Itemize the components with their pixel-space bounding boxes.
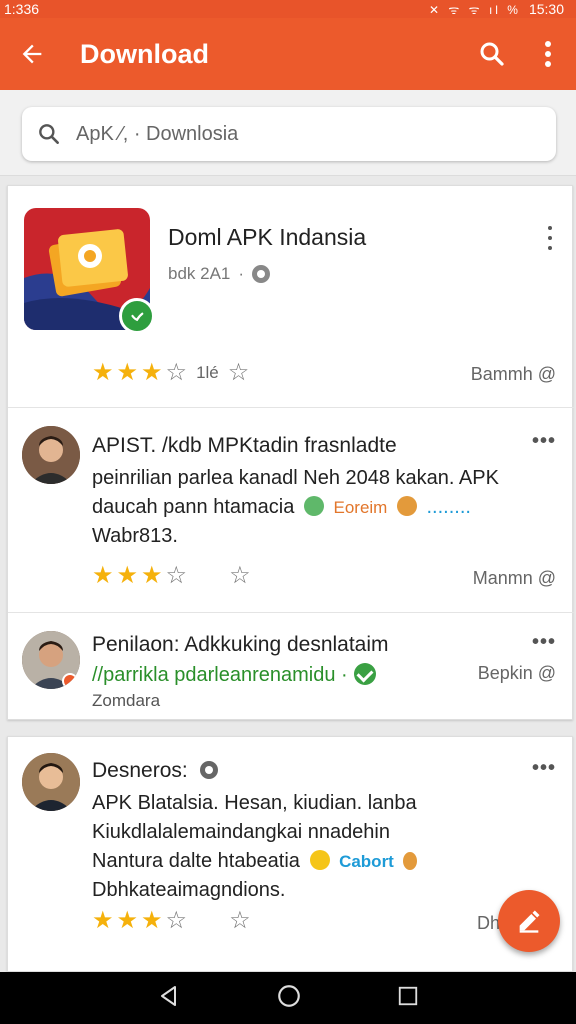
review-dots: ........: [426, 496, 471, 518]
edit-fab-button[interactable]: [498, 890, 560, 952]
review-title: Penilaon: Adkkuking desnlataim: [92, 633, 389, 656]
review-menu-button[interactable]: •••: [532, 631, 556, 654]
separator-dot: ·: [238, 264, 245, 283]
rating-count: 1lé: [196, 363, 219, 382]
search-input[interactable]: [76, 122, 496, 146]
star-icon: ★: [116, 907, 139, 934]
content-card: Desneros: ••• APK Blatalsia. Hesan, kiud…: [7, 736, 573, 972]
search-bar[interactable]: [22, 107, 556, 161]
nav-back-icon: [161, 985, 177, 1006]
review-line: Dbhkateaimagndions.: [92, 879, 286, 901]
review-line: Zomdara: [92, 691, 161, 710]
more-vert-icon: [545, 41, 551, 67]
star-icon: ★: [141, 562, 163, 589]
review-tag: Eoreim: [333, 498, 388, 517]
nav-recents-button[interactable]: [397, 985, 419, 1012]
status-time-right: 15:30: [528, 1, 564, 17]
app-rating: ★ ★ ★ ☆ 1lé ☆: [92, 361, 249, 385]
more-options-button[interactable]: [520, 18, 576, 90]
review-body: //parrikla pdarleanrenamidu · Zomdara: [92, 661, 532, 712]
star-outline-icon[interactable]: ☆: [228, 361, 250, 385]
status-time-left: 1:336: [4, 1, 40, 17]
review-action-link[interactable]: Manmn @: [473, 568, 556, 589]
search-icon: [480, 42, 504, 66]
review-menu-button[interactable]: •••: [532, 757, 556, 780]
avatar: [22, 426, 80, 484]
review-item[interactable]: Desneros: ••• APK Blatalsia. Hesan, kiud…: [8, 737, 574, 973]
star-icon: ★: [116, 359, 139, 386]
star-outline-icon[interactable]: ☆: [229, 564, 251, 588]
status-bar: 1:336 ✕ ᯤ ᯤ ıl % 15:30: [0, 0, 576, 18]
info-icon: [199, 761, 218, 779]
review-line-text: daucah pann htamacia: [92, 496, 295, 518]
review-line-text: Nantura dalte htabeatia: [92, 850, 300, 872]
nav-recents-icon: [398, 986, 417, 1005]
status-icons: ✕ ᯤ ᯤ ıl %: [428, 2, 521, 17]
emoji-icon: [309, 850, 330, 870]
search-icon: [39, 124, 59, 144]
review-action-link[interactable]: Dh: [477, 913, 500, 934]
check-icon: [353, 663, 376, 685]
review-line-text: //parrikla pdarleanrenamidu ·: [92, 664, 348, 686]
star-outline-icon: ☆: [165, 359, 188, 386]
app-name: Doml APK Indansia: [168, 224, 367, 250]
system-nav-bar: [0, 972, 576, 1024]
nav-back-button[interactable]: [157, 984, 181, 1013]
emoji-icon: [303, 496, 324, 516]
app-action-link[interactable]: Bammh @: [471, 364, 556, 385]
review-title-text: Desneros:: [92, 759, 188, 782]
review-body: peinrilian parlea kanadl Neh 2048 kakan.…: [92, 464, 532, 551]
star-icon: ★: [92, 562, 114, 589]
review-line: Wabr813.: [92, 525, 178, 547]
review-item[interactable]: APIST. /kdb MPKtadin frasnladte ••• pein…: [8, 408, 574, 613]
search-button[interactable]: [464, 18, 520, 90]
edit-icon: [519, 910, 540, 933]
star-icon: ★: [116, 562, 139, 589]
verified-icon: [119, 298, 155, 334]
review-body: APK Blatalsia. Hesan, kiudian. lanba Kiu…: [92, 789, 532, 905]
star-icon: ★: [141, 359, 163, 386]
review-menu-button[interactable]: •••: [532, 430, 556, 453]
page-title: Download: [80, 38, 209, 69]
star-outline-icon: ☆: [165, 907, 188, 934]
back-button[interactable]: [0, 18, 64, 90]
star-outline-icon[interactable]: ☆: [229, 909, 251, 933]
review-line: daucah pann htamacia Eoreim ........: [92, 493, 532, 522]
app-header[interactable]: Doml APK Indansia bdk 2A1 · ★ ★ ★ ☆ 1lé …: [8, 186, 574, 408]
review-action-link[interactable]: Bepkin @: [478, 663, 556, 684]
review-line: Nantura dalte htabeatia Cabort: [92, 847, 532, 876]
review-line: peinrilian parlea kanadl Neh 2048 kakan.…: [92, 467, 499, 489]
app-subtitle-text: bdk 2A1: [168, 264, 231, 283]
content-card: Doml APK Indansia bdk 2A1 · ★ ★ ★ ☆ 1lé …: [7, 185, 574, 721]
review-tag: Cabort: [339, 852, 394, 871]
review-line: //parrikla pdarleanrenamidu ·: [92, 661, 532, 690]
star-outline-icon: ☆: [165, 562, 188, 589]
app-bar: Download: [0, 18, 576, 90]
info-icon: [252, 265, 271, 283]
avatar: [22, 631, 80, 689]
nav-home-icon: [278, 984, 300, 1007]
nav-home-button[interactable]: [276, 983, 302, 1014]
avatar: [22, 753, 80, 811]
review-title: Desneros:: [92, 759, 218, 783]
review-rating: ★ ★ ★ ☆ ☆: [92, 564, 251, 588]
emoji-icon: [396, 496, 417, 516]
review-title: APIST. /kdb MPKtadin frasnladte: [92, 434, 397, 457]
star-icon: ★: [92, 359, 114, 386]
search-area: [0, 90, 576, 176]
back-arrow-icon: [22, 44, 42, 64]
review-line: Kiukdlalalemaindangkai nnadehin: [92, 821, 390, 843]
review-rating: ★ ★ ★ ☆ ☆: [92, 909, 251, 933]
review-item[interactable]: Penilaon: Adkkuking desnlataim ••• //par…: [8, 613, 574, 721]
review-line: APK Blatalsia. Hesan, kiudian. lanba: [92, 792, 417, 814]
app-menu-button[interactable]: [540, 226, 560, 250]
star-icon: ★: [92, 907, 114, 934]
star-icon: ★: [141, 907, 163, 934]
app-subtitle: bdk 2A1 ·: [168, 264, 271, 284]
emoji-icon: [403, 852, 418, 870]
